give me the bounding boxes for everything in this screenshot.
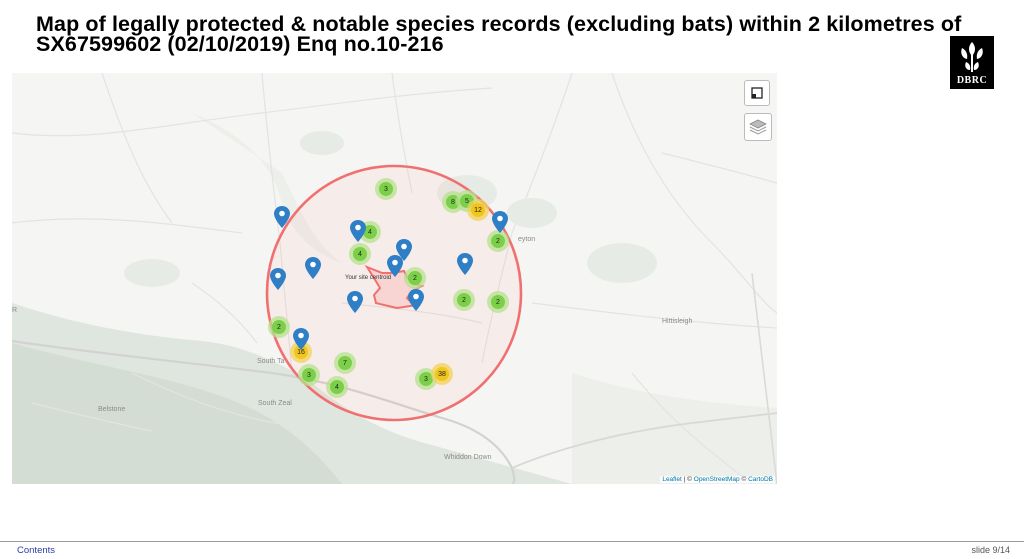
map-pin-icon[interactable] <box>305 257 321 279</box>
map-pin-icon[interactable] <box>457 253 473 275</box>
place-label-whiddon-down: Whiddon Down <box>444 454 492 461</box>
cluster-marker[interactable]: 2 <box>487 291 509 313</box>
species-map[interactable]: South Ta South Zeal Belstone Hittisleigh… <box>12 73 777 484</box>
place-label-hittisleigh: Hittisleigh <box>662 318 693 325</box>
page-title: Map of legally protected & notable speci… <box>36 12 962 56</box>
cluster-count: 2 <box>272 320 286 334</box>
map-pin-icon[interactable] <box>274 206 290 228</box>
site-centroid-label: Your site centroid <box>345 275 392 281</box>
cluster-marker[interactable]: 2 <box>487 230 509 252</box>
map-attribution: Leaflet | © OpenStreetMap © CartoDB <box>660 476 775 483</box>
attribution-separator: | © <box>681 476 694 483</box>
cluster-count: 12 <box>471 203 485 217</box>
place-label-belstone: Belstone <box>98 406 126 413</box>
map-pin-icon[interactable] <box>347 291 363 313</box>
cluster-count: 2 <box>491 295 505 309</box>
cluster-marker[interactable]: 2 <box>404 267 426 289</box>
cluster-count: 2 <box>491 234 505 248</box>
logo-text: DBRC <box>956 75 988 86</box>
dbrc-logo: DBRC <box>950 36 994 89</box>
map-pin-icon[interactable] <box>350 220 366 242</box>
map-pin-icon[interactable] <box>270 268 286 290</box>
cluster-count: 38 <box>435 367 449 381</box>
cluster-marker[interactable]: 12 <box>467 199 489 221</box>
cluster-count: 3 <box>379 182 393 196</box>
cluster-marker[interactable]: 38 <box>431 363 453 385</box>
map-pin-icon[interactable] <box>408 289 424 311</box>
cluster-count: 3 <box>302 368 316 382</box>
place-label-south-zeal: South Zeal <box>258 400 292 407</box>
map-basemap <box>12 73 777 484</box>
place-label-edge: R <box>12 307 18 314</box>
place-label-yeton: eyton <box>518 236 536 243</box>
place-label-south-tawton: South Ta <box>257 358 285 365</box>
map-pin-icon[interactable] <box>387 255 403 277</box>
cluster-count: 4 <box>330 380 344 394</box>
cluster-count: 4 <box>353 247 367 261</box>
leaf-tree-logo-icon <box>961 42 983 72</box>
slide-indicator: slide 9/14 <box>971 545 1010 555</box>
cluster-marker[interactable]: 2 <box>453 289 475 311</box>
cluster-marker[interactable]: 4 <box>349 243 371 265</box>
contents-link[interactable]: Contents <box>17 545 55 556</box>
carto-link[interactable]: CartoDB <box>748 476 773 483</box>
cluster-count: 7 <box>338 356 352 370</box>
cluster-marker[interactable]: 3 <box>298 364 320 386</box>
fullscreen-button[interactable] <box>744 80 770 106</box>
fullscreen-icon <box>751 87 763 99</box>
cluster-marker[interactable]: 7 <box>334 352 356 374</box>
cluster-marker[interactable]: 4 <box>326 376 348 398</box>
map-pin-icon[interactable] <box>293 328 309 350</box>
cluster-count: 2 <box>457 293 471 307</box>
leaflet-link[interactable]: Leaflet <box>662 476 682 483</box>
osm-link[interactable]: OpenStreetMap <box>694 476 740 483</box>
footer-bar: Contents slide 9/14 <box>0 541 1024 559</box>
layers-button[interactable] <box>744 113 772 141</box>
map-pin-icon[interactable] <box>492 211 508 233</box>
cluster-marker[interactable]: 2 <box>268 316 290 338</box>
cluster-count: 2 <box>408 271 422 285</box>
cluster-marker[interactable]: 3 <box>375 178 397 200</box>
layers-icon <box>749 119 767 135</box>
attribution-separator-2: © <box>739 476 749 483</box>
